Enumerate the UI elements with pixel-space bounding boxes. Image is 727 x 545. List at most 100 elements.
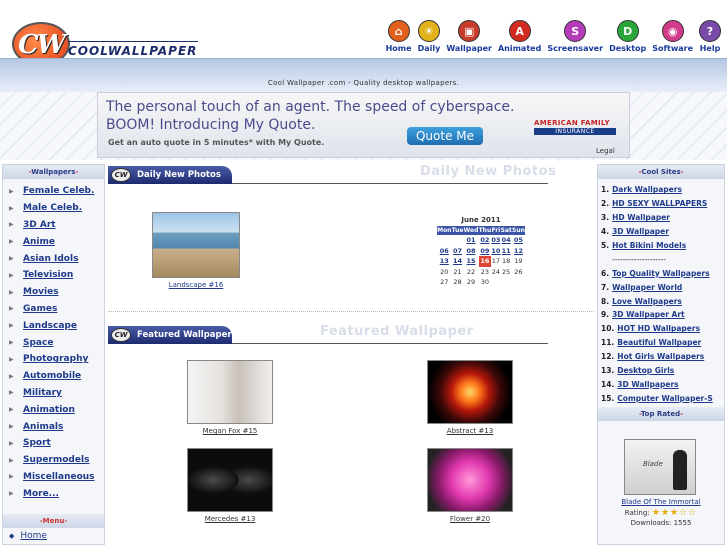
sidebar-item-miscellaneous[interactable]: ▶ Miscellaneous: [9, 469, 104, 486]
calendar-day[interactable]: 05: [512, 235, 525, 246]
calendar-day: 30: [480, 278, 490, 287]
legal-link[interactable]: Legal: [596, 147, 615, 155]
sidebar-item-movies[interactable]: ▶ Movies: [9, 284, 104, 301]
featured-ghost-title: Featured Wallpaper: [320, 324, 474, 339]
featured-caption[interactable]: Abstract #13: [426, 427, 514, 435]
daily-photo-thumbnail[interactable]: [152, 212, 240, 278]
cool-site-link[interactable]: 11. Beautiful Wallpaper: [601, 336, 724, 350]
cool-site-link[interactable]: 5. Hot Bikini Models: [601, 239, 724, 253]
featured-tab-title: Featured Wallpaper: [137, 330, 232, 340]
calendar-day[interactable]: 01: [464, 235, 479, 246]
featured-item[interactable]: Megan Fox #15: [186, 360, 274, 435]
calendar-day[interactable]: 07: [452, 246, 464, 257]
sidebar-item-male-celeb[interactable]: ▶ Male Celeb.: [9, 200, 104, 217]
calendar-day[interactable]: 03: [491, 235, 500, 246]
site-tagline: Cool Wallpaper .com - Quality desktop wa…: [267, 79, 460, 87]
quote-me-button[interactable]: Quote Me: [407, 127, 483, 145]
menu-item-home[interactable]: ◆ Home: [9, 531, 47, 541]
calendar-day[interactable]: 14: [452, 256, 464, 267]
calendar-day[interactable]: 08: [464, 246, 479, 257]
featured-item[interactable]: Abstract #13: [426, 360, 514, 435]
featured-thumbnail[interactable]: [427, 448, 513, 512]
sidebar-item-television[interactable]: ▶ Television: [9, 267, 104, 284]
sidebar-item-female-celeb[interactable]: ▶ Female Celeb.: [9, 183, 104, 200]
sidebar-item-sport[interactable]: ▶ Sport: [9, 435, 104, 452]
calendar-day[interactable]: 12: [512, 246, 525, 257]
calendar-day[interactable]: 10: [491, 246, 500, 257]
cool-site-link[interactable]: 8. Love Wallpapers: [601, 294, 724, 308]
main-content: CW Daily New Photos Daily New Photos Lan…: [108, 164, 594, 545]
banner-area: The personal touch of an agent. The spee…: [0, 92, 727, 160]
calendar-day[interactable]: 16: [478, 256, 492, 267]
sidebar-item-automobile[interactable]: ▶ Automobile: [9, 368, 104, 385]
cool-site-link[interactable]: 4. 3D Wallpaper: [601, 225, 724, 239]
calendar-day[interactable]: 15: [464, 256, 479, 267]
sidebar-item-photography[interactable]: ▶ Photography: [9, 351, 104, 368]
sidebar-item-more[interactable]: ▶ More...: [9, 485, 104, 502]
calendar-grid: Mon Tue Wed Thu Fri Sat Sun 01 02 03 04 05 06 07 08 09…: [437, 226, 525, 288]
cool-site-link[interactable]: 3. HD Wallpaper: [601, 211, 724, 225]
featured-thumbnail[interactable]: [187, 360, 273, 424]
sidebar-item-military[interactable]: ▶ Military: [9, 385, 104, 402]
cool-sites-heading: -Cool Sites-: [598, 165, 724, 179]
featured-caption[interactable]: Megan Fox #15: [186, 427, 274, 435]
cool-site-label: 3D Wallpaper: [612, 227, 669, 237]
calendar-day[interactable]: 13: [437, 256, 452, 267]
nav-home[interactable]: ⌂ Home: [386, 20, 412, 53]
cool-site-link[interactable]: 9. 3D Wallpaper Art: [601, 308, 724, 322]
calendar-day[interactable]: 11: [500, 246, 511, 257]
letter-d-icon: D: [616, 20, 639, 42]
cool-site-link[interactable]: 6. Top Quality Wallpapers: [601, 266, 724, 280]
cool-site-number: 12.: [601, 352, 615, 362]
sidebar-item-space[interactable]: ▶ Space: [9, 334, 104, 351]
sidebar-item-3d-art[interactable]: ▶ 3D Art: [9, 217, 104, 234]
cool-site-link[interactable]: 10. HOT HD Wallpapers: [601, 322, 724, 336]
nav-help[interactable]: ? Help: [699, 20, 721, 53]
cool-site-link[interactable]: 1. Dark Wallpapers: [601, 183, 724, 197]
nav-daily[interactable]: ☀ Daily: [418, 20, 440, 53]
wallpaper-category-list: ▶ Female Celeb. ▶ Male Celeb. ▶ 3D Art ▶ Anime ▶…: [3, 179, 104, 502]
cool-site-number: 13.: [601, 366, 615, 376]
cool-site-label: Beautiful Wallpaper: [617, 338, 702, 348]
ad-banner[interactable]: The personal touch of an agent. The spee…: [97, 92, 630, 158]
cool-site-link[interactable]: 14. 3D Wallpapers: [601, 377, 724, 391]
featured-item[interactable]: Flower #20: [426, 448, 514, 523]
calendar-day[interactable]: 06: [437, 246, 452, 257]
daily-photo-caption[interactable]: Landscape #16: [152, 281, 240, 289]
sidebar-item-supermodels[interactable]: ▶ Supermodels: [9, 452, 104, 469]
cool-site-link[interactable]: 12. Hot Girls Wallpapers: [601, 350, 724, 364]
cool-site-label: Computer Wallpaper-S: [617, 393, 713, 403]
sidebar-item-asian-idols[interactable]: ▶ Asian Idols: [9, 250, 104, 267]
calendar-day[interactable]: 04: [500, 235, 511, 246]
cool-site-label: Dark Wallpapers: [612, 185, 682, 195]
top-rated-thumbnail[interactable]: Blade: [624, 439, 696, 495]
cool-site-link[interactable]: 15. Computer Wallpaper-S: [601, 391, 724, 405]
calendar-day[interactable]: 02: [479, 235, 492, 246]
sidebar-item-anime[interactable]: ▶ Anime: [9, 233, 104, 250]
sidebar-item-landscape[interactable]: ▶ Landscape: [9, 317, 104, 334]
cool-site-link[interactable]: 13. Desktop Girls: [601, 364, 724, 378]
nav-desktop[interactable]: D Desktop: [609, 20, 646, 53]
sidebar-item-animation[interactable]: ▶ Animation: [9, 401, 104, 418]
cool-site-label: Love Wallpapers: [612, 296, 682, 306]
featured-caption[interactable]: Flower #20: [426, 515, 514, 523]
sidebar-item-games[interactable]: ▶ Games: [9, 301, 104, 318]
cool-site-number: 3.: [601, 213, 610, 223]
calendar-day: 25: [502, 267, 511, 276]
sidebar-item-animals[interactable]: ▶ Animals: [9, 418, 104, 435]
sidebar-item-label: Landscape: [23, 320, 77, 331]
site-header: CW COOLWALLPAPER ⌂ Home ☀ Daily ▣ Wallpaper A A…: [0, 0, 727, 66]
nav-animated[interactable]: A Animated: [498, 20, 541, 53]
cool-site-link[interactable]: 2. HD SEXY WALLPAPERS: [601, 197, 724, 211]
featured-thumbnail[interactable]: [187, 448, 273, 512]
featured-caption[interactable]: Mercedes #13: [186, 515, 274, 523]
right-sidebar: -Cool Sites- 1. Dark Wallpapers 2. HD SEXY …: [597, 164, 725, 545]
top-rated-title[interactable]: Blade Of The Immortal: [598, 498, 724, 506]
nav-software[interactable]: ◉ Software: [652, 20, 693, 53]
featured-item[interactable]: Mercedes #13: [186, 448, 274, 523]
cool-site-link[interactable]: 7. Wallpaper World: [601, 280, 724, 294]
featured-thumbnail[interactable]: [427, 360, 513, 424]
calendar-day[interactable]: 09: [479, 246, 492, 257]
nav-screensaver[interactable]: S Screensaver: [547, 20, 603, 53]
nav-wallpaper[interactable]: ▣ Wallpaper: [446, 20, 492, 53]
